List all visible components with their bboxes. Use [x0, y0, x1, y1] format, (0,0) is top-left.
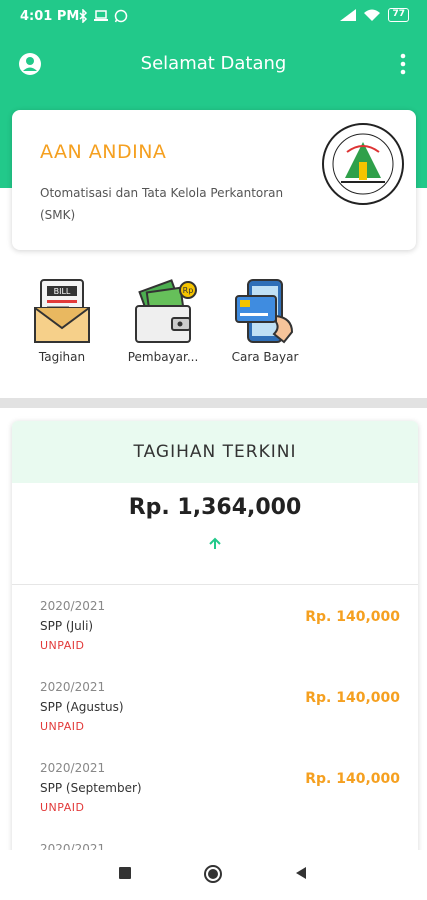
student-major: Otomatisasi dan Tata Kelola Perkantoran …: [40, 186, 284, 222]
bill-item[interactable]: 2020/2021 SPP (Agustus) UNPAID Rp. 140,0…: [12, 680, 418, 761]
bill-status: UNPAID: [40, 801, 85, 814]
school-logo: [322, 123, 404, 205]
back-icon[interactable]: [294, 866, 308, 880]
wallet-money-icon: Rp: [135, 279, 197, 343]
menu-item-tagihan[interactable]: BILL Tagihan: [24, 278, 100, 364]
bill-status: UNPAID: [40, 720, 85, 733]
bill-year: 2020/2021: [40, 599, 106, 613]
bill-year: 2020/2021: [40, 761, 106, 775]
bill-card: TAGIHAN TERKINI Rp. 1,364,000 2020/2021 …: [12, 421, 418, 861]
arrow-up-icon[interactable]: [12, 536, 418, 560]
menu-row: BILL Tagihan Rp Pembayar... Cara Bayar: [0, 278, 427, 373]
whatsapp-icon: [114, 9, 128, 23]
battery-icon: 77: [388, 8, 409, 22]
bill-header: TAGIHAN TERKINI: [12, 421, 418, 483]
status-bar: 4:01 PM 77: [0, 0, 427, 34]
bill-amount: Rp. 140,000: [305, 609, 400, 625]
bill-status: UNPAID: [40, 639, 85, 652]
more-vert-icon[interactable]: [399, 52, 407, 76]
signal-icon: [340, 9, 357, 21]
bill-amount: Rp. 140,000: [305, 690, 400, 706]
bill-desc: SPP (Agustus): [40, 700, 124, 714]
menu-label-tagihan: Tagihan: [38, 350, 86, 364]
menu-item-cara-bayar[interactable]: Cara Bayar: [227, 278, 303, 364]
app-bar: Selamat Datang: [0, 40, 427, 90]
menu-item-pembayaran[interactable]: Rp Pembayar...: [125, 278, 201, 364]
bill-desc: SPP (Juli): [40, 619, 94, 633]
profile-card: AAN ANDINA Otomatisasi dan Tata Kelola P…: [12, 110, 416, 250]
bill-amount: Rp. 140,000: [305, 771, 400, 787]
status-notification-icons: [78, 9, 128, 23]
recents-icon[interactable]: [118, 866, 132, 880]
section-divider: [0, 398, 427, 408]
system-nav-bar: [0, 850, 427, 900]
svg-text:BILL: BILL: [54, 287, 71, 296]
menu-label-cara-bayar: Cara Bayar: [231, 350, 299, 364]
bill-separator: [12, 584, 418, 585]
svg-text:Rp: Rp: [183, 286, 194, 295]
bill-item[interactable]: 2020/2021 SPP (Juli) UNPAID Rp. 140,000: [12, 599, 418, 680]
app-title: Selamat Datang: [140, 53, 287, 74]
bill-year: 2020/2021: [40, 680, 106, 694]
menu-label-pembayaran: Pembayar...: [127, 350, 199, 364]
bill-total: Rp. 1,364,000: [128, 495, 302, 520]
bill-envelope-icon: BILL: [34, 279, 90, 343]
laptop-icon: [94, 10, 108, 21]
home-icon[interactable]: [203, 864, 223, 884]
bill-item[interactable]: 2020/2021 SPP (September) UNPAID Rp. 140…: [12, 761, 418, 842]
bill-list: 2020/2021 SPP (Juli) UNPAID Rp. 140,000 …: [12, 599, 418, 861]
status-system-icons: 77: [340, 8, 409, 22]
bill-desc: SPP (September): [40, 781, 142, 795]
status-time: 4:01 PM: [20, 9, 80, 24]
bluetooth-icon: [79, 9, 88, 23]
phone-card-icon: [235, 279, 294, 344]
student-name: AAN ANDINA: [40, 141, 167, 163]
wifi-icon: [364, 9, 381, 21]
